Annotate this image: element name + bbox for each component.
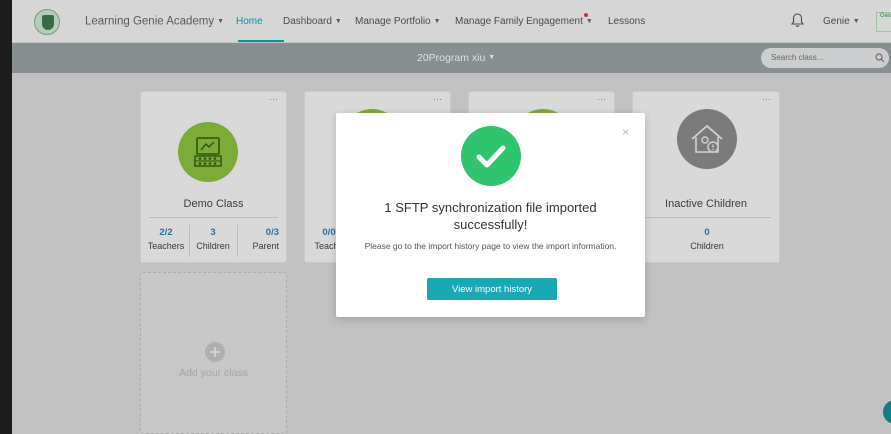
left-edge-strip [0,0,12,434]
view-import-history-button[interactable]: View import history [427,278,557,300]
close-icon[interactable]: × [622,125,629,139]
modal-title: 1 SFTP synchronization file imported suc… [384,200,597,232]
success-check-icon [461,126,521,186]
modal-message: Please go to the import history page to … [364,241,617,251]
import-success-modal: × 1 SFTP synchronization file imported s… [336,113,645,317]
